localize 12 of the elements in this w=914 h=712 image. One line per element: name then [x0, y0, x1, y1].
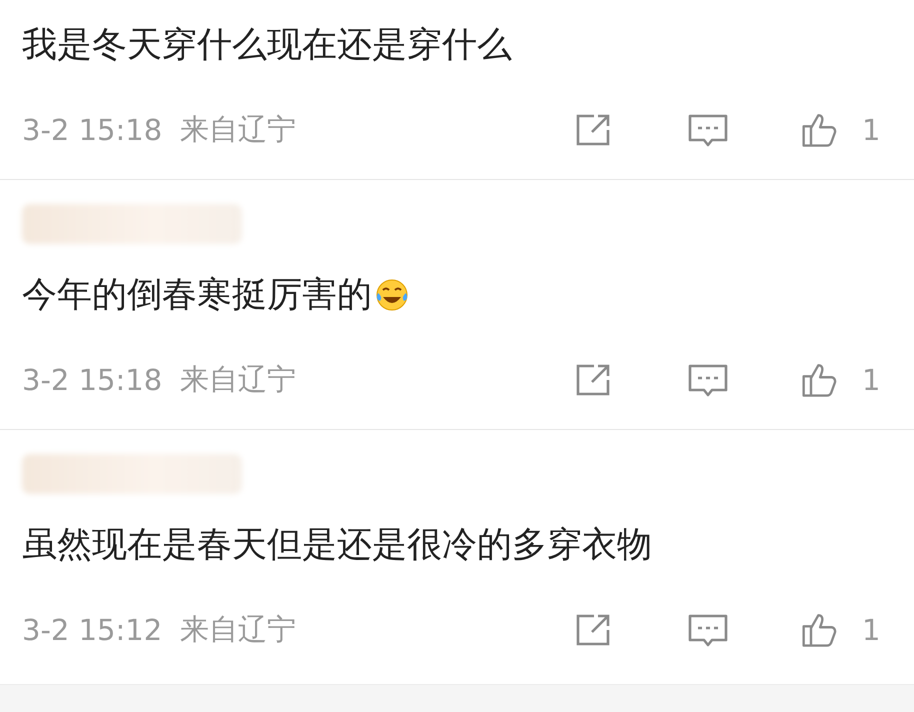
- comment-time: 3-2 15:18: [22, 363, 162, 397]
- comment-text: 虽然现在是春天但是还是很冷的多穿衣物: [22, 524, 652, 567]
- comment-location: 来自辽宁: [180, 361, 296, 398]
- like-count: 1: [862, 613, 882, 647]
- comment-text: 今年的倒春寒挺厉害的: [22, 274, 372, 317]
- comment-location: 来自辽宁: [180, 611, 296, 648]
- comment-time: 3-2 15:18: [22, 113, 162, 147]
- comment-text: 我是冬天穿什么现在还是穿什么: [22, 24, 512, 67]
- like-count: 1: [862, 363, 882, 397]
- like-count: 1: [862, 113, 882, 147]
- comment-time: 3-2 15:12: [22, 613, 162, 647]
- comment-location: 来自辽宁: [180, 111, 296, 148]
